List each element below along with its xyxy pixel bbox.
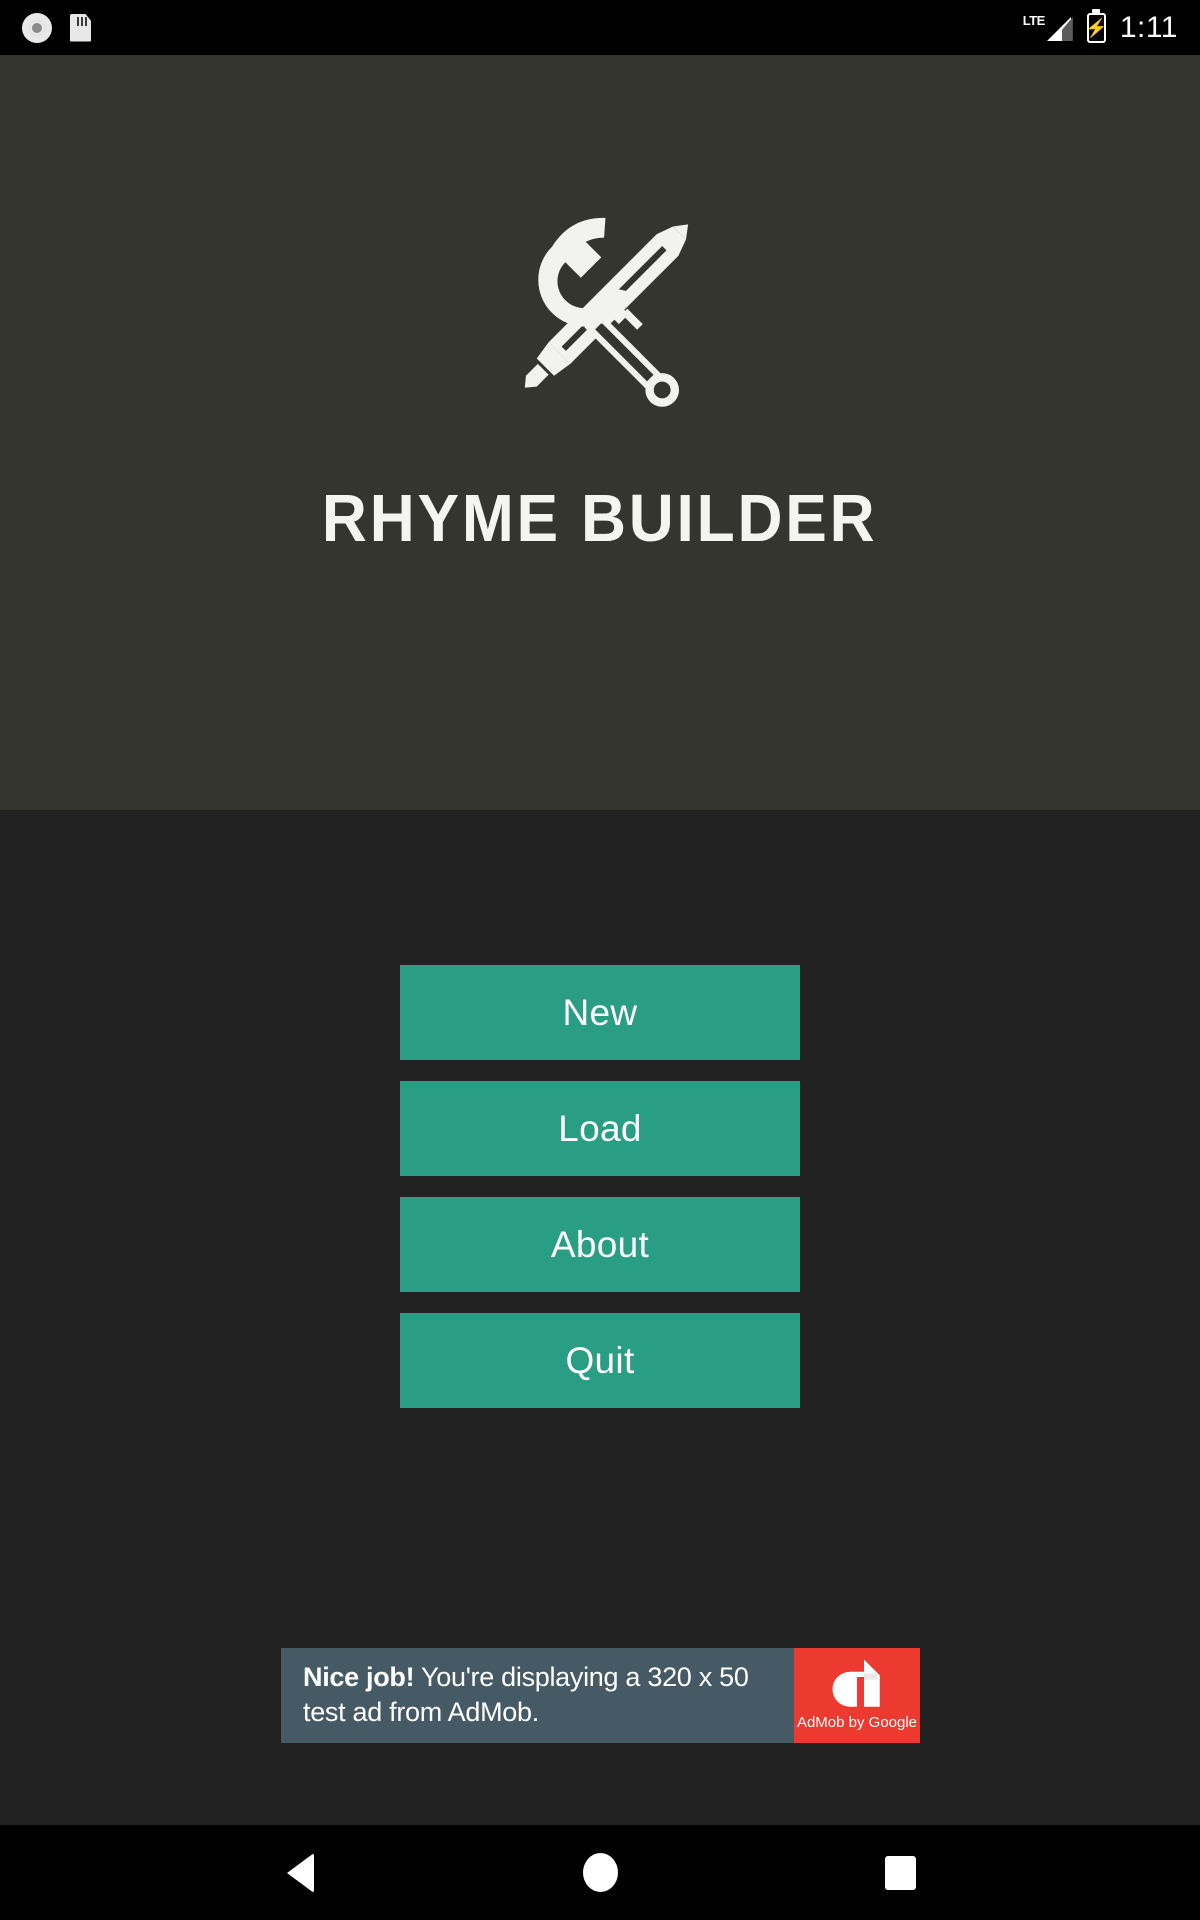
admob-test-ad-banner[interactable]: Nice job! You're displaying a 320 x 50 t…: [281, 1648, 920, 1743]
status-bar-left-icons: [22, 12, 91, 43]
quit-button[interactable]: Quit: [400, 1313, 800, 1408]
about-button[interactable]: About: [400, 1197, 800, 1292]
wrench-and-pen-logo-icon: [470, 185, 730, 440]
main-menu-area: New Load About Quit Nice job! You're dis…: [0, 810, 1200, 1825]
admob-brand-label: AdMob by Google: [796, 1714, 918, 1731]
status-bar: LTE ⚡ 1:11: [0, 0, 1200, 55]
nav-home-button[interactable]: [555, 1825, 645, 1920]
main-menu-button-group: New Load About Quit: [400, 965, 800, 1408]
status-bar-right-icons: LTE ⚡ 1:11: [1023, 11, 1178, 45]
ad-headline: Nice job!: [303, 1662, 415, 1692]
back-triangle-icon: [286, 1852, 314, 1893]
network-type-label: LTE: [1022, 13, 1046, 28]
admob-logo-icon: [832, 1659, 880, 1707]
android-navigation-bar: [0, 1825, 1200, 1920]
signal-bars-icon: LTE: [1023, 14, 1073, 41]
home-circle-icon: [582, 1853, 618, 1892]
load-button[interactable]: Load: [400, 1081, 800, 1176]
nav-back-button[interactable]: [255, 1825, 345, 1920]
recents-square-icon: [884, 1855, 916, 1890]
status-bar-clock: 1:11: [1119, 10, 1178, 44]
ad-message: Nice job! You're displaying a 320 x 50 t…: [281, 1648, 794, 1743]
header-panel: RHYME BUILDER: [0, 55, 1200, 810]
sd-card-icon: [70, 13, 91, 42]
app-screen: LTE ⚡ 1:11 RHYME BUILDER New Load About …: [0, 0, 1200, 1920]
app-title: RHYME BUILDER: [322, 481, 878, 556]
nav-recents-button[interactable]: [855, 1825, 945, 1920]
screen-record-icon: [22, 12, 52, 43]
new-button[interactable]: New: [400, 965, 800, 1060]
battery-charging-icon: ⚡: [1085, 12, 1108, 43]
admob-brand-block: AdMob by Google: [794, 1648, 920, 1743]
